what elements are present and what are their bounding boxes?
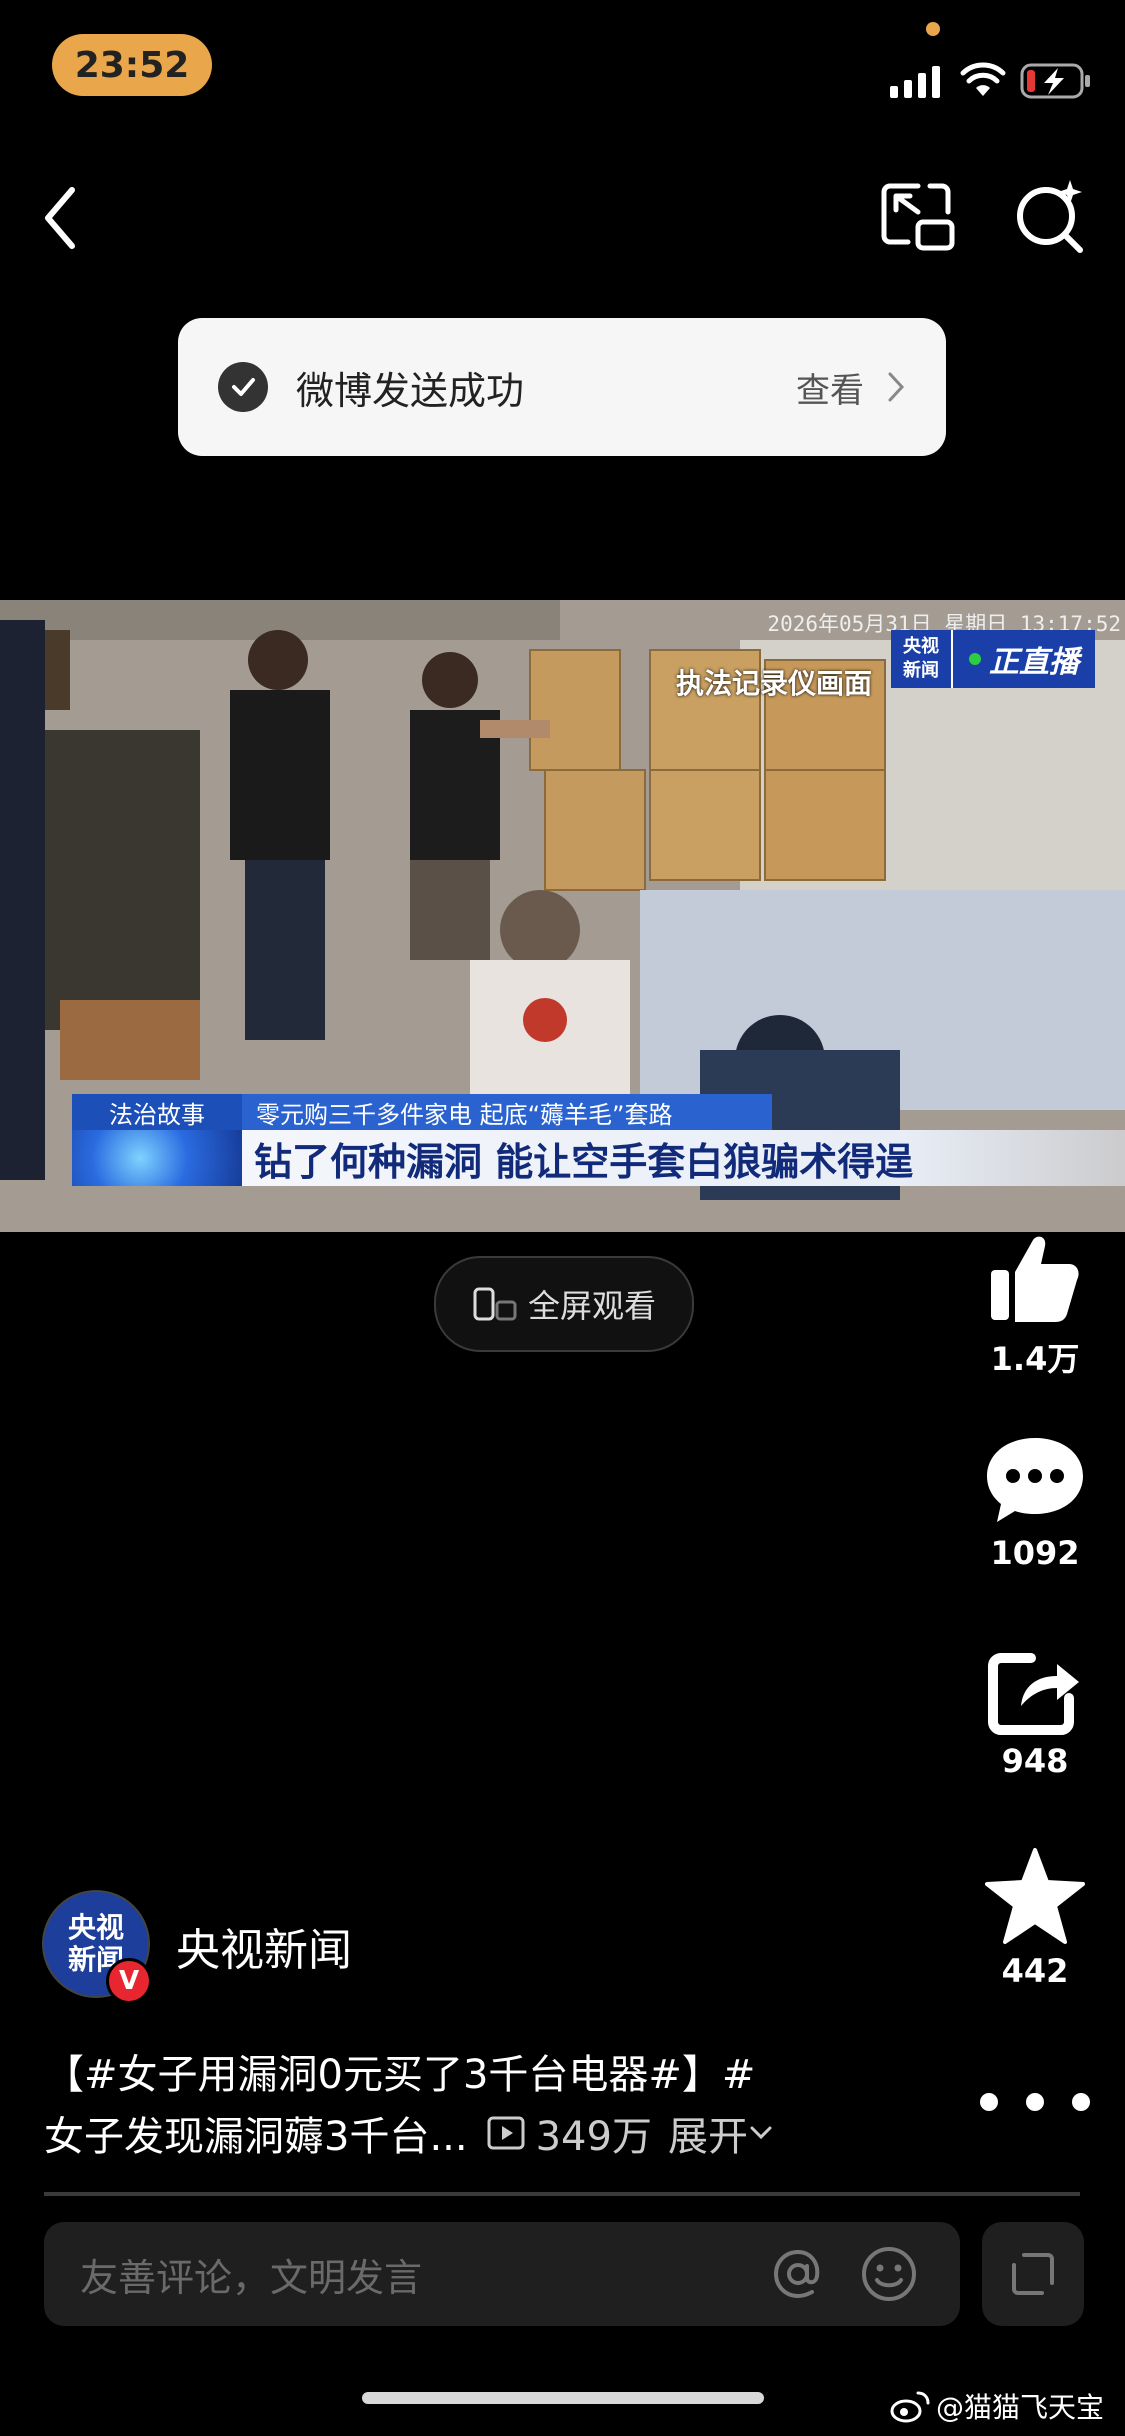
verified-badge-icon: V [106, 1958, 152, 2004]
favorite-button[interactable]: 442 [975, 1846, 1095, 1990]
watermark-text: @猫猫飞天宝 [936, 2391, 1105, 2424]
weibo-watermark: @猫猫飞天宝 [890, 2386, 1104, 2426]
live-badge: 正直播 [951, 630, 1095, 688]
emoji-icon[interactable] [860, 2245, 918, 2303]
caption-line-1[interactable]: 【#女子用漏洞0元买了3千台电器#】# [44, 2042, 755, 2100]
like-button[interactable]: 1.4万 [975, 1228, 1095, 1380]
cctv-live-logo: 央视 新闻 正直播 [891, 630, 1095, 688]
news-subtitle: 零元购三千多件家电 起底“薅羊毛”套路 [242, 1094, 772, 1130]
favorite-count: 442 [1001, 1952, 1069, 1990]
fullscreen-button[interactable]: 全屏观看 [434, 1256, 694, 1352]
comment-placeholder: 友善评论，文明发言 [80, 2255, 423, 2300]
check-icon [218, 362, 268, 412]
search-icon[interactable] [1010, 176, 1090, 256]
more-dot-icon [1072, 2093, 1090, 2111]
status-time: 23:52 [52, 34, 212, 96]
expand-caption-button[interactable]: 展开 [668, 2104, 774, 2162]
caption-line-2[interactable]: 女子发现漏洞薅3千台... 349万 展开 [44, 2104, 774, 2162]
share-icon [988, 1653, 1079, 1735]
comment-bubble-icon [987, 1438, 1083, 1522]
at-mention-icon[interactable] [770, 2246, 826, 2302]
play-icon [487, 2116, 525, 2150]
more-options-button[interactable] [980, 2080, 1090, 2124]
author-name[interactable]: 央视新闻 [176, 1914, 352, 1978]
battery-charging-icon [1020, 63, 1090, 99]
comment-count: 1092 [990, 1534, 1080, 1572]
rotate-phone-icon [473, 1287, 517, 1321]
live-dot-icon [969, 653, 981, 665]
video-progress-bar[interactable] [44, 2192, 1080, 2196]
share-button[interactable]: 948 [975, 1650, 1095, 1780]
thumbs-up-icon [991, 1236, 1079, 1322]
view-count: 349万 [486, 2104, 652, 2162]
live-label: 正直播 [989, 645, 1079, 680]
star-icon [985, 1848, 1085, 1944]
more-dot-icon [1026, 2093, 1044, 2111]
caption-text: 女子发现漏洞薅3千台... [44, 2114, 468, 2160]
comment-button[interactable]: 1092 [975, 1432, 1095, 1572]
globe-graphic [72, 1130, 242, 1186]
back-button[interactable] [30, 178, 90, 258]
picture-in-picture-button[interactable] [878, 180, 958, 256]
chevron-down-icon [750, 2126, 772, 2140]
recorder-caption: 执法记录仪画面 [676, 667, 873, 700]
toast-message: 微博发送成功 [296, 368, 525, 413]
chevron-right-icon [888, 372, 905, 402]
signal-icon [890, 66, 940, 98]
expand-label: 展开 [667, 2114, 748, 2160]
more-dot-icon [980, 2093, 998, 2111]
logo-line-2: 新闻 [903, 660, 939, 681]
like-count: 1.4万 [990, 1340, 1080, 1378]
expand-input-button[interactable] [982, 2222, 1084, 2326]
expand-icon [1012, 2253, 1054, 2295]
cctv-news-logo: 央视 新闻 [891, 630, 951, 688]
avatar-line-1: 央视 [67, 1911, 124, 1944]
video-player[interactable]: 2026年05月31日 星期日 13:17:52 央视 新闻 正直播 执法记录仪… [0, 600, 1125, 1232]
privacy-indicator-dot [926, 22, 940, 36]
wifi-icon [960, 62, 1006, 96]
share-count: 948 [1001, 1742, 1069, 1780]
comment-input[interactable]: 友善评论，文明发言 [44, 2222, 960, 2326]
toast-notification[interactable]: 微博发送成功 查看 [178, 318, 946, 456]
weibo-logo-icon [890, 2391, 930, 2423]
fullscreen-label: 全屏观看 [527, 1287, 656, 1325]
logo-line-1: 央视 [903, 636, 939, 657]
home-indicator[interactable] [362, 2392, 764, 2404]
toast-view-link[interactable]: 查看 [796, 363, 864, 412]
program-tag: 法治故事 [72, 1094, 242, 1130]
view-count-value: 349万 [535, 2114, 652, 2160]
news-headline: 钻了何种漏洞 能让空手套白狼骗术得逞 [242, 1130, 1125, 1186]
